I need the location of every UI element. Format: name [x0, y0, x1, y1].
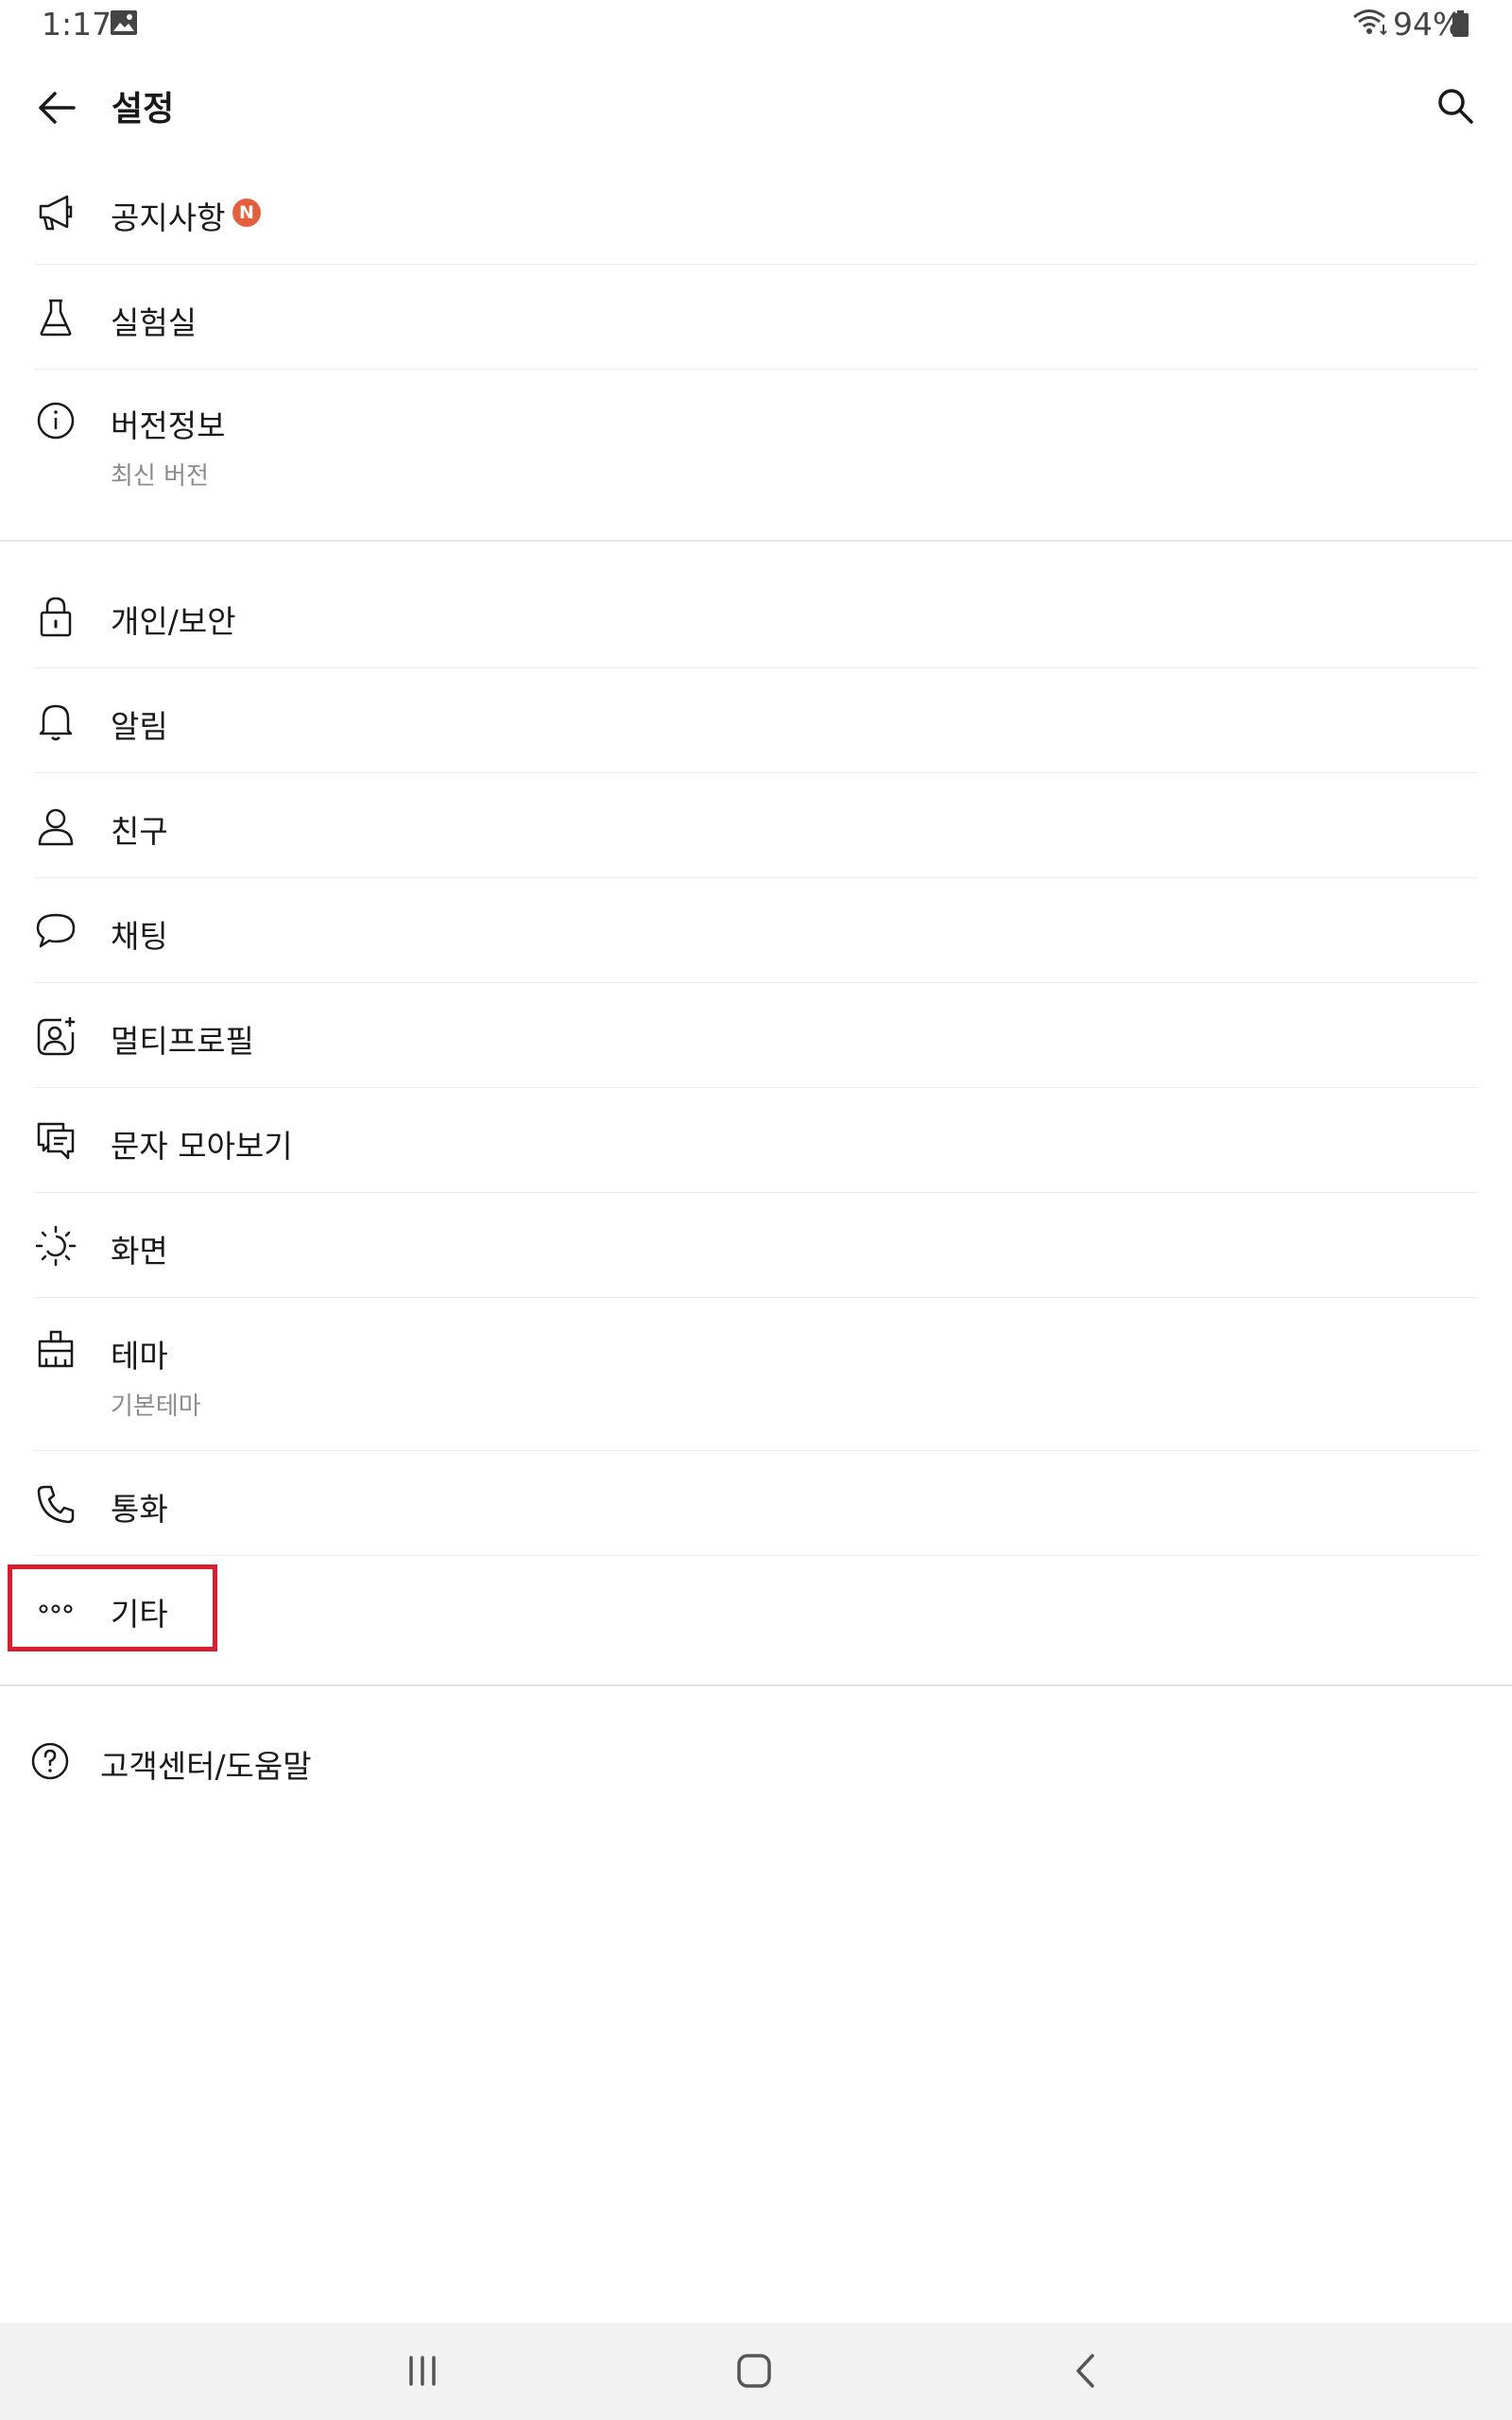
divider — [34, 877, 1478, 878]
lock-icon — [28, 589, 83, 644]
wifi-icon — [1352, 8, 1390, 38]
settings-item-help-center[interactable]: 고객센터/도움말 — [0, 1709, 1512, 1813]
bell-icon — [28, 694, 83, 749]
settings-item-display[interactable]: 화면 — [0, 1194, 1512, 1298]
settings-item-label: 공지사항 — [111, 199, 226, 236]
page-title: 설정 — [112, 90, 175, 129]
settings-item-label: 통화 — [111, 1491, 168, 1528]
divider — [34, 1087, 1478, 1088]
system-back-button[interactable] — [1047, 2340, 1123, 2402]
status-time: 1:17 — [42, 6, 112, 43]
search-button[interactable] — [1427, 78, 1484, 134]
settings-item-multi-profile[interactable]: 멀티프로필 — [0, 984, 1512, 1088]
status-bar: 1:17 94% — [0, 0, 1512, 49]
system-nav-bar — [0, 2323, 1512, 2420]
settings-item-call[interactable]: 통화 — [0, 1452, 1512, 1556]
section-divider — [0, 540, 1512, 542]
brightness-icon — [28, 1219, 83, 1273]
highlight-box — [8, 1564, 217, 1651]
megaphone-icon — [28, 185, 83, 240]
divider — [34, 982, 1478, 983]
settings-item-label: 친구 — [111, 813, 168, 850]
settings-item-label: 실험실 — [111, 304, 198, 341]
settings-item-version[interactable]: 버전정보 최신 버전 — [0, 371, 1512, 512]
home-icon — [736, 2353, 772, 2389]
settings-item-theme[interactable]: 테마 기본테마 — [0, 1299, 1512, 1451]
recent-apps-icon — [405, 2355, 439, 2387]
divider — [34, 369, 1478, 370]
divider — [34, 1555, 1478, 1556]
settings-item-notice[interactable]: 공지사항 N — [0, 161, 1512, 265]
gallery-notification-icon — [110, 9, 138, 36]
help-circle-icon — [23, 1734, 77, 1789]
settings-item-label: 알림 — [111, 708, 168, 745]
settings-item-lab[interactable]: 실험실 — [0, 266, 1512, 370]
settings-item-etc[interactable]: 기타 — [0, 1557, 1512, 1661]
section-divider — [0, 1685, 1512, 1686]
settings-item-friends[interactable]: 친구 — [0, 774, 1512, 878]
person-icon — [28, 799, 83, 854]
chevron-left-icon — [1073, 2353, 1097, 2389]
info-icon — [28, 393, 83, 448]
divider — [34, 1450, 1478, 1451]
divider — [34, 1192, 1478, 1193]
settings-item-label: 테마 — [111, 1338, 168, 1374]
chat-bubble-icon — [28, 904, 83, 959]
message-collect-icon — [28, 1114, 83, 1168]
settings-item-label: 고객센터/도움말 — [100, 1748, 312, 1785]
recent-apps-button[interactable] — [385, 2340, 460, 2402]
flask-icon — [28, 290, 83, 345]
phone-icon — [28, 1477, 83, 1531]
paint-brush-icon — [28, 1323, 83, 1378]
multi-profile-icon — [28, 1009, 83, 1063]
new-badge: N — [232, 199, 261, 227]
app-bar: 설정 — [0, 57, 1512, 151]
settings-item-label: 화면 — [111, 1233, 168, 1270]
settings-item-subtitle: 최신 버전 — [111, 462, 209, 491]
settings-item-subtitle: 기본테마 — [111, 1392, 201, 1421]
divider — [34, 667, 1478, 668]
settings-item-label: 버전정보 — [111, 407, 226, 444]
divider — [34, 772, 1478, 773]
settings-item-label: 개인/보안 — [111, 603, 236, 640]
settings-item-label: 채팅 — [111, 918, 168, 955]
settings-item-message-collect[interactable]: 문자 모아보기 — [0, 1089, 1512, 1193]
home-button[interactable] — [716, 2340, 792, 2402]
search-icon — [1436, 87, 1474, 125]
settings-item-label: 문자 모아보기 — [111, 1128, 293, 1165]
battery-icon — [1452, 10, 1469, 37]
settings-item-chat[interactable]: 채팅 — [0, 879, 1512, 983]
back-button[interactable] — [28, 79, 85, 136]
arrow-left-icon — [38, 91, 76, 125]
divider — [34, 1297, 1478, 1298]
settings-item-label: 멀티프로필 — [111, 1023, 254, 1060]
settings-item-privacy-security[interactable]: 개인/보안 — [0, 563, 1512, 668]
divider — [34, 264, 1478, 265]
settings-item-notifications[interactable]: 알림 — [0, 669, 1512, 773]
